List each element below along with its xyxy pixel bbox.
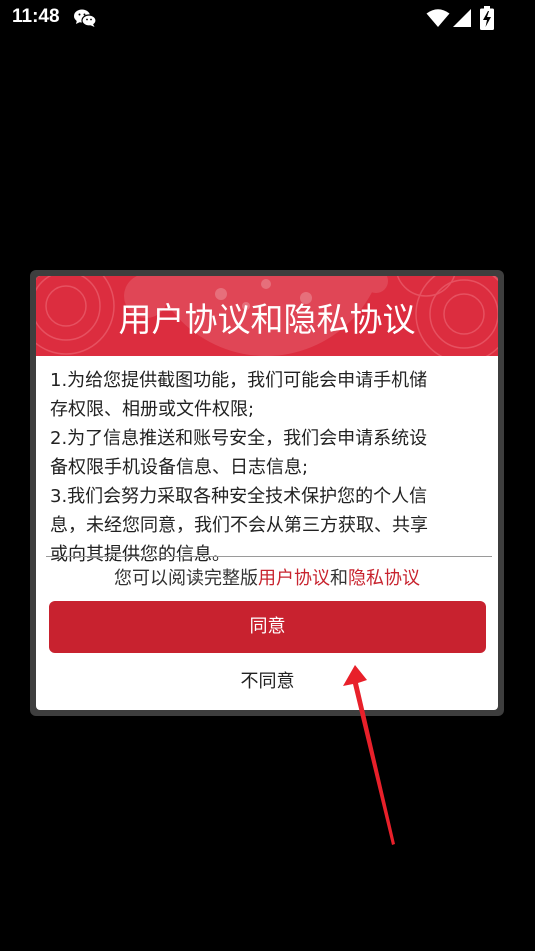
divider [46,556,492,557]
body-line: 2.为了信息推送和账号安全，我们会申请系统设 [50,428,428,449]
body-line: 3.我们会努力采取各种安全技术保护您的个人信 [50,486,428,507]
body-line: 存权限、相册或文件权限; [50,399,255,420]
privacy-policy-link[interactable]: 隐私协议 [348,568,420,589]
signal-icon [453,9,471,27]
read-prefix-text: 您可以阅读完整版 [114,568,258,589]
screen: 11:48 用户协议和隐私协议 1.为给您提供截图功能，我们可能会申请手机储 存… [0,0,535,951]
privacy-dialog: 用户协议和隐私协议 1.为给您提供截图功能，我们可能会申请手机储 存权限、相册或… [36,276,498,710]
annotation-arrow-icon [343,665,395,845]
dialog-header: 用户协议和隐私协议 [36,276,498,356]
status-time: 11:48 [12,6,60,27]
battery-charging-icon [480,6,494,30]
dialog-body: 1.为给您提供截图功能，我们可能会申请手机储 存权限、相册或文件权限; 2.为了… [50,366,486,569]
read-and-text: 和 [330,568,348,589]
dialog-frame: 用户协议和隐私协议 1.为给您提供截图功能，我们可能会申请手机储 存权限、相册或… [30,270,504,716]
wifi-icon [426,9,450,27]
body-line: 备权限手机设备信息、日志信息; [50,457,309,478]
user-agreement-link[interactable]: 用户协议 [258,568,330,589]
wechat-icon [74,9,97,27]
body-line: 息，未经您同意，我们不会从第三方获取、共享 [50,515,428,536]
dialog-title: 用户协议和隐私协议 [118,300,416,339]
disagree-button[interactable]: 不同意 [49,664,486,700]
read-agreements-line: 您可以阅读完整版用户协议和隐私协议 [36,563,498,595]
status-bar: 11:48 [0,0,535,36]
agree-button[interactable]: 同意 [49,601,486,653]
body-line: 1.为给您提供截图功能，我们可能会申请手机储 [50,370,428,391]
